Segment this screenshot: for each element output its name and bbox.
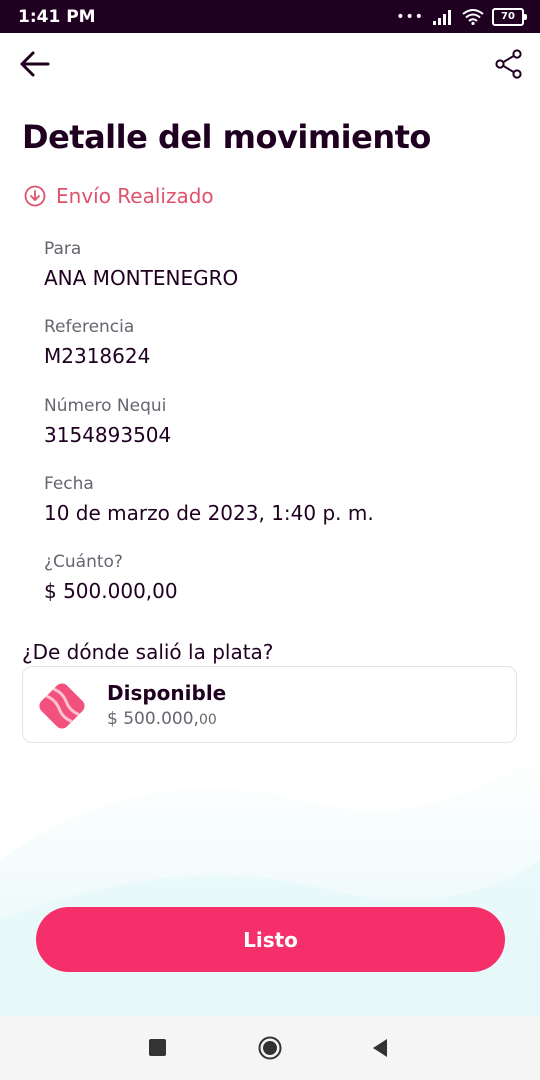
battery-icon: 70 — [492, 8, 527, 26]
pocket-icon — [39, 683, 85, 729]
field-reference: Referencia M2318624 — [44, 317, 150, 368]
field-label: Para — [44, 239, 82, 259]
status-bar: 1:41 PM ••• 70 — [0, 0, 540, 33]
pocket-amount: $ 500.000,00 — [107, 709, 217, 729]
field-value: ANA MONTENEGRO — [44, 266, 239, 290]
clock: 1:41 PM — [18, 7, 96, 27]
status-icons: ••• 70 — [396, 8, 527, 26]
back-arrow-icon[interactable] — [18, 49, 52, 79]
field-recipient: Para ANA MONTENEGRO — [44, 239, 238, 290]
top-bar — [0, 33, 540, 93]
source-question: ¿De dónde salió la plata? — [22, 640, 274, 664]
nav-back-icon[interactable] — [371, 1038, 389, 1058]
background-decoration — [0, 750, 540, 1018]
signal-icon — [433, 10, 451, 25]
page-title: Detalle del movimiento — [22, 118, 431, 156]
done-button[interactable]: Listo — [36, 907, 505, 972]
field-amount: ¿Cuánto? $ 500.000,00 — [44, 552, 178, 603]
field-label: Referencia — [44, 317, 135, 337]
field-value: M2318624 — [44, 344, 151, 368]
field-value: 3154893504 — [44, 423, 172, 447]
wifi-icon — [462, 9, 484, 25]
arrow-down-circle-icon — [24, 185, 46, 207]
source-pocket-card: Disponible $ 500.000,00 — [22, 666, 517, 743]
field-value: $ 500.000,00 — [44, 579, 178, 603]
status-label: Envío Realizado — [56, 184, 214, 208]
field-label: ¿Cuánto? — [44, 552, 123, 572]
field-date: Fecha 10 de marzo de 2023, 1:40 p. m. — [44, 474, 374, 525]
field-label: Número Nequi — [44, 396, 167, 416]
share-icon[interactable] — [494, 49, 524, 79]
amount-main: $ 500.000, — [107, 709, 199, 729]
recent-apps-icon[interactable] — [149, 1039, 166, 1056]
field-nequi-number: Número Nequi 3154893504 — [44, 396, 171, 447]
field-value: 10 de marzo de 2023, 1:40 p. m. — [44, 501, 374, 525]
home-icon[interactable] — [258, 1036, 282, 1060]
transaction-status: Envío Realizado — [24, 184, 214, 208]
pocket-name: Disponible — [107, 681, 227, 705]
field-label: Fecha — [44, 474, 94, 494]
more-dots-icon: ••• — [396, 9, 424, 25]
amount-cents: 00 — [198, 712, 217, 728]
